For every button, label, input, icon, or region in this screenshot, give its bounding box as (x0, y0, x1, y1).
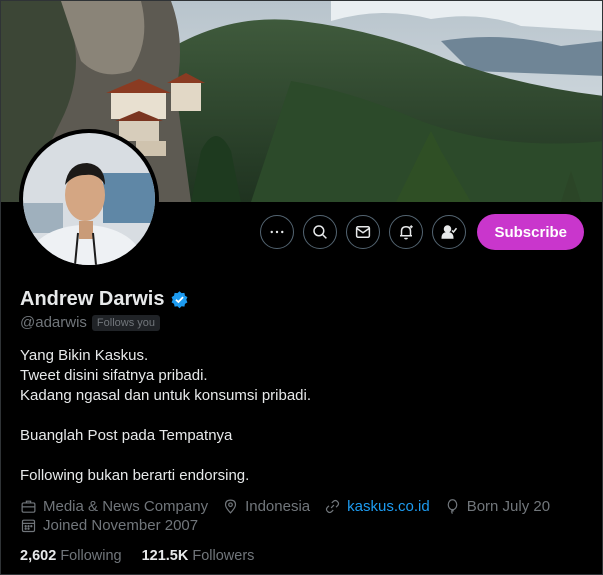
joined-label: Joined November 2007 (43, 517, 199, 534)
following-button[interactable] (432, 215, 467, 249)
location-label: Indonesia (245, 498, 311, 515)
following-user-icon (441, 225, 458, 239)
follows-you-badge: Follows you (91, 314, 160, 331)
location-item: Indonesia (222, 498, 310, 515)
following-stat[interactable]: 2,602 Following (20, 548, 122, 564)
followers-stat[interactable]: 121.5K Followers (142, 548, 255, 564)
bio-spacer (20, 446, 311, 466)
bio-line: Kadang ngasal dan untuk konsumsi pribadi… (20, 387, 312, 404)
bio-line: Following bukan berarti endorsing. (20, 467, 250, 484)
birthday-label: Born July 20 (466, 498, 551, 515)
more-icon (271, 230, 284, 234)
bio: Yang Bikin Kaskus. Tweet disini sifatnya… (20, 346, 311, 486)
website-item[interactable]: kaskus.co.id (324, 498, 430, 515)
username: @adarwis (20, 314, 87, 331)
follow-stats: 2,602 Following 121.5K Followers (20, 548, 254, 564)
category-item: Media & News Company (20, 498, 208, 515)
briefcase-icon (21, 500, 36, 513)
profile-actions: Subscribe (260, 214, 584, 250)
notification-button[interactable] (389, 215, 424, 249)
profile-meta: Media & News Company Indonesia kaskus.co… (20, 497, 590, 535)
link-icon (326, 499, 340, 514)
balloon-icon (447, 499, 458, 515)
followers-label: Followers (192, 548, 255, 564)
bio-line: Tweet disini sifatnya pribadi. (20, 367, 208, 384)
following-label: Following (60, 548, 122, 564)
category-label: Media & News Company (43, 498, 209, 515)
location-pin-icon (225, 499, 237, 514)
profile-header: Subscribe Andrew Darwis @adarwis Follows… (0, 0, 603, 575)
search-button[interactable] (303, 215, 338, 249)
notification-bell-icon (400, 225, 414, 240)
name-row: Andrew Darwis (20, 288, 189, 311)
message-icon (356, 226, 371, 238)
birthday-item: Born July 20 (444, 498, 550, 515)
following-count: 2,602 (20, 548, 57, 564)
calendar-icon (21, 519, 36, 533)
subscribe-button[interactable]: Subscribe (477, 214, 584, 250)
verified-badge-icon[interactable] (170, 290, 189, 309)
handle-row: @adarwis Follows you (20, 314, 160, 331)
avatar[interactable] (19, 129, 159, 269)
website-link[interactable]: kaskus.co.id (347, 498, 430, 515)
bio-spacer (20, 406, 311, 426)
message-button[interactable] (346, 215, 381, 249)
bio-line: Yang Bikin Kaskus. (20, 347, 149, 364)
search-icon (313, 225, 328, 239)
more-button[interactable] (260, 215, 295, 249)
bio-line: Buanglah Post pada Tempatnya (20, 427, 233, 444)
display-name: Andrew Darwis (20, 288, 165, 310)
joined-item: Joined November 2007 (20, 517, 198, 534)
followers-count: 121.5K (141, 548, 189, 564)
